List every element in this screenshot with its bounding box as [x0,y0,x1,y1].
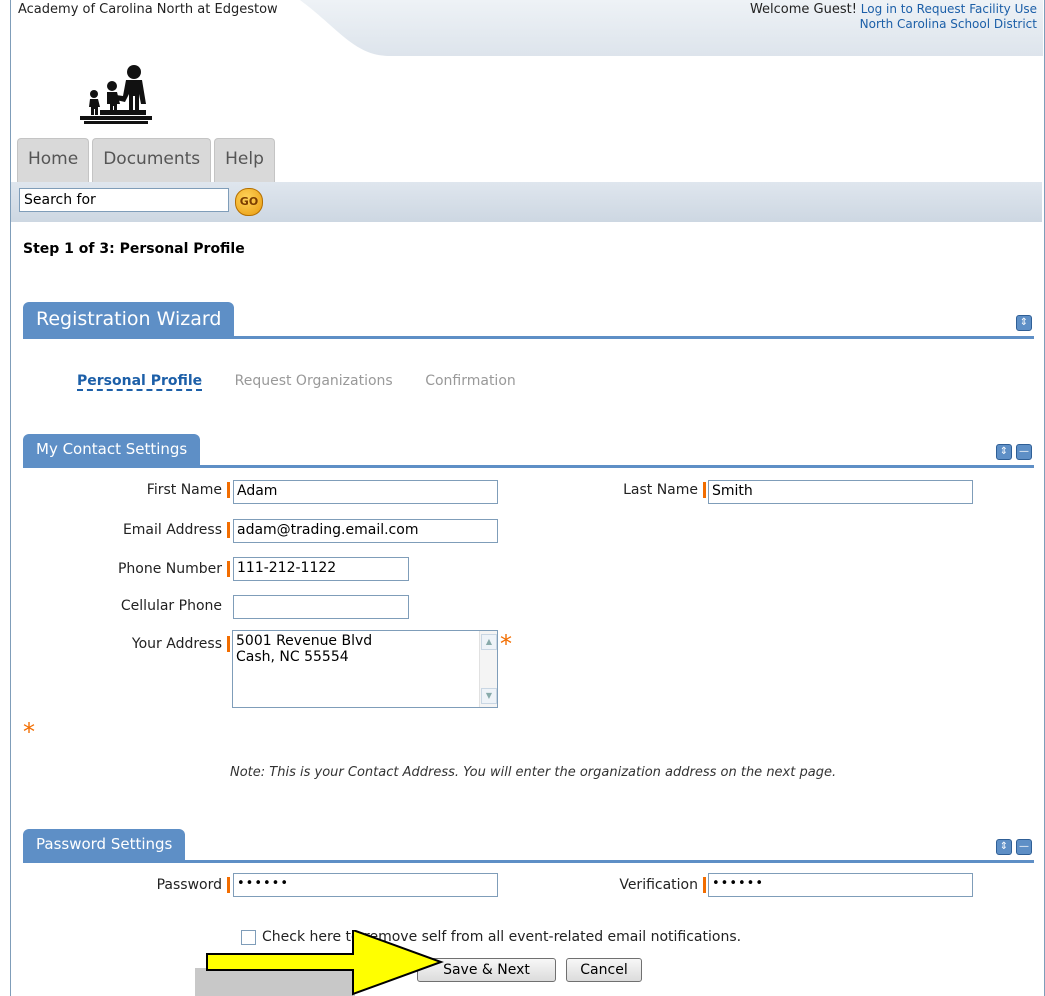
minimize-icon[interactable]: — [1016,839,1032,855]
required-marker [227,636,230,652]
step-title: Step 1 of 3: Personal Profile [23,241,245,257]
required-asterisk-icon: * [500,630,512,658]
verification-label: Verification [560,877,706,893]
expand-collapse-icon[interactable]: ⇕ [996,444,1012,460]
yellow-arrow-icon [206,930,444,996]
family-logo-icon [80,65,152,124]
tab-help[interactable]: Help [214,138,275,182]
required-marker [703,482,706,498]
login-link[interactable]: Log in to Request Facility Use [861,2,1037,16]
first-name-label: First Name [100,482,230,498]
tab-documents[interactable]: Documents [92,138,212,182]
contact-address-note: Note: This is your Contact Address. You … [230,765,837,780]
school-name: Academy of Carolina North at Edgestow [18,2,278,17]
address-line1: 5001 Revenue Blvd [236,633,373,649]
cell-label: Cellular Phone [120,598,222,614]
email-field[interactable]: adam@trading.email.com [233,519,498,543]
main-tabs: Home Documents Help [17,138,275,182]
required-marker [703,877,706,893]
welcome-text: Welcome Guest! [749,2,857,17]
phone-field[interactable]: 111-212-1122 [233,557,409,581]
address-scrollbar[interactable]: ▲ ▼ [479,631,497,707]
minimize-icon[interactable]: — [1016,444,1032,460]
scroll-up-icon[interactable]: ▲ [481,634,497,650]
wizard-steps: Personal Profile Request Organizations C… [77,373,544,391]
required-marker [227,482,230,498]
password-field[interactable]: •••••• [233,873,498,897]
address-line2: Cash, NC 55554 [236,649,349,665]
cell-field[interactable] [233,595,409,619]
verification-field[interactable]: •••••• [708,873,973,897]
search-input[interactable] [19,188,229,212]
wizard-panel-header: Registration Wizard ⇕ [23,302,1034,339]
go-button[interactable]: GO [235,188,263,216]
tab-home[interactable]: Home [17,138,90,182]
password-panel-header: Password Settings ⇕ — [23,826,1034,863]
required-asterisk-icon: * [23,718,35,746]
address-textarea[interactable]: 5001 Revenue Blvd Cash, NC 55554 ▲ ▼ [232,630,498,708]
wizard-step-personal-profile[interactable]: Personal Profile [77,373,203,391]
expand-collapse-icon[interactable]: ⇕ [1016,315,1032,331]
address-label: Your Address [80,636,230,652]
district-link[interactable]: North Carolina School District [860,17,1037,31]
wizard-step-confirmation: Confirmation [425,373,516,389]
required-marker [227,522,230,538]
contact-panel-header: My Contact Settings ⇕ — [23,431,1034,468]
wizard-title: Registration Wizard [23,302,235,336]
expand-collapse-icon[interactable]: ⇕ [996,839,1012,855]
password-label: Password [100,877,230,893]
cancel-button[interactable]: Cancel [566,958,642,982]
email-label: Email Address [80,522,230,538]
required-marker [227,561,230,577]
last-name-field[interactable]: Smith [708,480,973,504]
required-marker [227,877,230,893]
wizard-step-request-organizations: Request Organizations [234,373,393,389]
password-panel-title: Password Settings [23,829,186,860]
welcome-block: Welcome Guest! Log in to Request Facilit… [750,2,1037,32]
search-bar: GO [11,182,1042,222]
scroll-down-icon[interactable]: ▼ [481,688,497,704]
last-name-label: Last Name [570,482,706,498]
phone-label: Phone Number [80,561,230,577]
first-name-field[interactable]: Adam [233,480,498,504]
contact-panel-title: My Contact Settings [23,434,201,465]
